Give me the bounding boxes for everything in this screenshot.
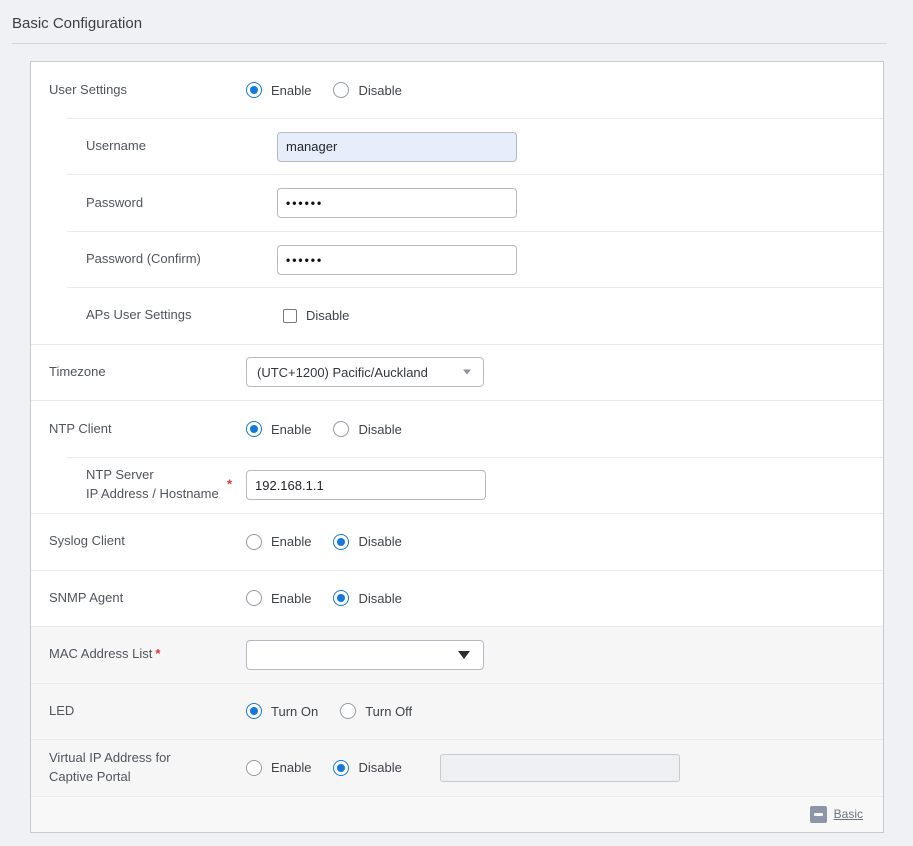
snmp-agent-label: SNMP Agent (31, 589, 246, 608)
radio-selected-icon[interactable] (333, 590, 349, 606)
collapse-minus-icon[interactable] (810, 806, 827, 823)
password-label: Password (31, 194, 277, 213)
basic-collapse-link[interactable]: Basic (834, 807, 863, 821)
checkbox-unchecked-icon[interactable] (283, 309, 297, 323)
led-turn-on-option[interactable]: Turn On (246, 703, 318, 719)
row-user-settings: User Settings Enable Disable (31, 62, 883, 119)
username-input[interactable] (277, 132, 517, 162)
virtual-ip-enable-option[interactable]: Enable (246, 760, 311, 776)
radio-selected-icon[interactable] (246, 421, 262, 437)
virtual-ip-disable-option[interactable]: Disable (333, 760, 401, 776)
mac-address-list-select[interactable] (246, 640, 484, 670)
chevron-down-icon (463, 370, 471, 375)
syslog-client-label: Syslog Client (31, 532, 246, 551)
row-aps-user-settings: APs User Settings Disable (31, 288, 883, 345)
syslog-radio-group: Enable Disable (246, 534, 402, 550)
user-settings-radio-group: Enable Disable (246, 82, 402, 98)
ntp-client-enable-option[interactable]: Enable (246, 421, 311, 437)
aps-user-settings-label: APs User Settings (31, 306, 277, 325)
radio-unselected-icon[interactable] (246, 590, 262, 606)
snmp-radio-group: Enable Disable (246, 590, 402, 606)
row-password: Password (31, 175, 883, 232)
ntp-client-label: NTP Client (31, 420, 246, 439)
radio-selected-icon[interactable] (246, 82, 262, 98)
radio-selected-icon[interactable] (246, 703, 262, 719)
password-input[interactable] (277, 188, 517, 218)
radio-selected-icon[interactable] (333, 534, 349, 550)
radio-unselected-icon[interactable] (333, 82, 349, 98)
syslog-enable-option[interactable]: Enable (246, 534, 311, 550)
ntp-server-input[interactable] (246, 470, 486, 500)
led-label: LED (31, 702, 246, 721)
syslog-disable-option[interactable]: Disable (333, 534, 401, 550)
radio-selected-icon[interactable] (333, 760, 349, 776)
row-syslog-client: Syslog Client Enable Disable (31, 514, 883, 571)
virtual-ip-label: Virtual IP Address for Captive Portal (31, 749, 246, 787)
timezone-label: Timezone (31, 363, 246, 382)
page-header: Basic Configuration (0, 0, 913, 32)
radio-unselected-icon[interactable] (340, 703, 356, 719)
panel-footer: Basic (31, 797, 883, 832)
ntp-client-disable-option[interactable]: Disable (333, 421, 401, 437)
user-settings-enable-option[interactable]: Enable (246, 82, 311, 98)
password-confirm-input[interactable] (277, 245, 517, 275)
led-turn-off-option[interactable]: Turn Off (340, 703, 412, 719)
radio-unselected-icon[interactable] (333, 421, 349, 437)
password-confirm-label: Password (Confirm) (31, 250, 277, 269)
timezone-selected-value: (UTC+1200) Pacific/Auckland (257, 365, 428, 380)
dropdown-arrow-icon (458, 651, 470, 659)
virtual-ip-input (440, 754, 680, 782)
required-asterisk: * (155, 646, 160, 661)
radio-unselected-icon[interactable] (246, 534, 262, 550)
user-settings-label: User Settings (31, 81, 246, 100)
ntp-server-label: NTP Server IP Address / Hostname * (31, 466, 246, 504)
required-asterisk: * (227, 476, 232, 495)
row-ntp-client: NTP Client Enable Disable (31, 401, 883, 458)
ntp-client-radio-group: Enable Disable (246, 421, 402, 437)
timezone-select[interactable]: (UTC+1200) Pacific/Auckland (246, 357, 484, 387)
radio-unselected-icon[interactable] (246, 760, 262, 776)
snmp-enable-option[interactable]: Enable (246, 590, 311, 606)
header-divider (12, 43, 887, 44)
row-password-confirm: Password (Confirm) (31, 232, 883, 289)
user-settings-disable-option[interactable]: Disable (333, 82, 401, 98)
basic-configuration-panel: User Settings Enable Disable Username Pa… (30, 61, 884, 833)
mac-address-list-label: MAC Address List* (31, 645, 246, 664)
virtual-ip-radio-group: Enable Disable (246, 754, 680, 782)
snmp-disable-option[interactable]: Disable (333, 590, 401, 606)
row-mac-address-list: MAC Address List* (31, 627, 883, 684)
row-led: LED Turn On Turn Off (31, 684, 883, 741)
aps-disable-checkbox-option[interactable]: Disable (277, 308, 349, 323)
page-title: Basic Configuration (12, 15, 913, 32)
row-snmp-agent: SNMP Agent Enable Disable (31, 571, 883, 628)
led-radio-group: Turn On Turn Off (246, 703, 412, 719)
row-timezone: Timezone (UTC+1200) Pacific/Auckland (31, 345, 883, 402)
row-ntp-server: NTP Server IP Address / Hostname * (31, 458, 883, 515)
row-username: Username (31, 119, 883, 176)
username-label: Username (31, 137, 277, 156)
row-virtual-ip: Virtual IP Address for Captive Portal En… (31, 740, 883, 797)
